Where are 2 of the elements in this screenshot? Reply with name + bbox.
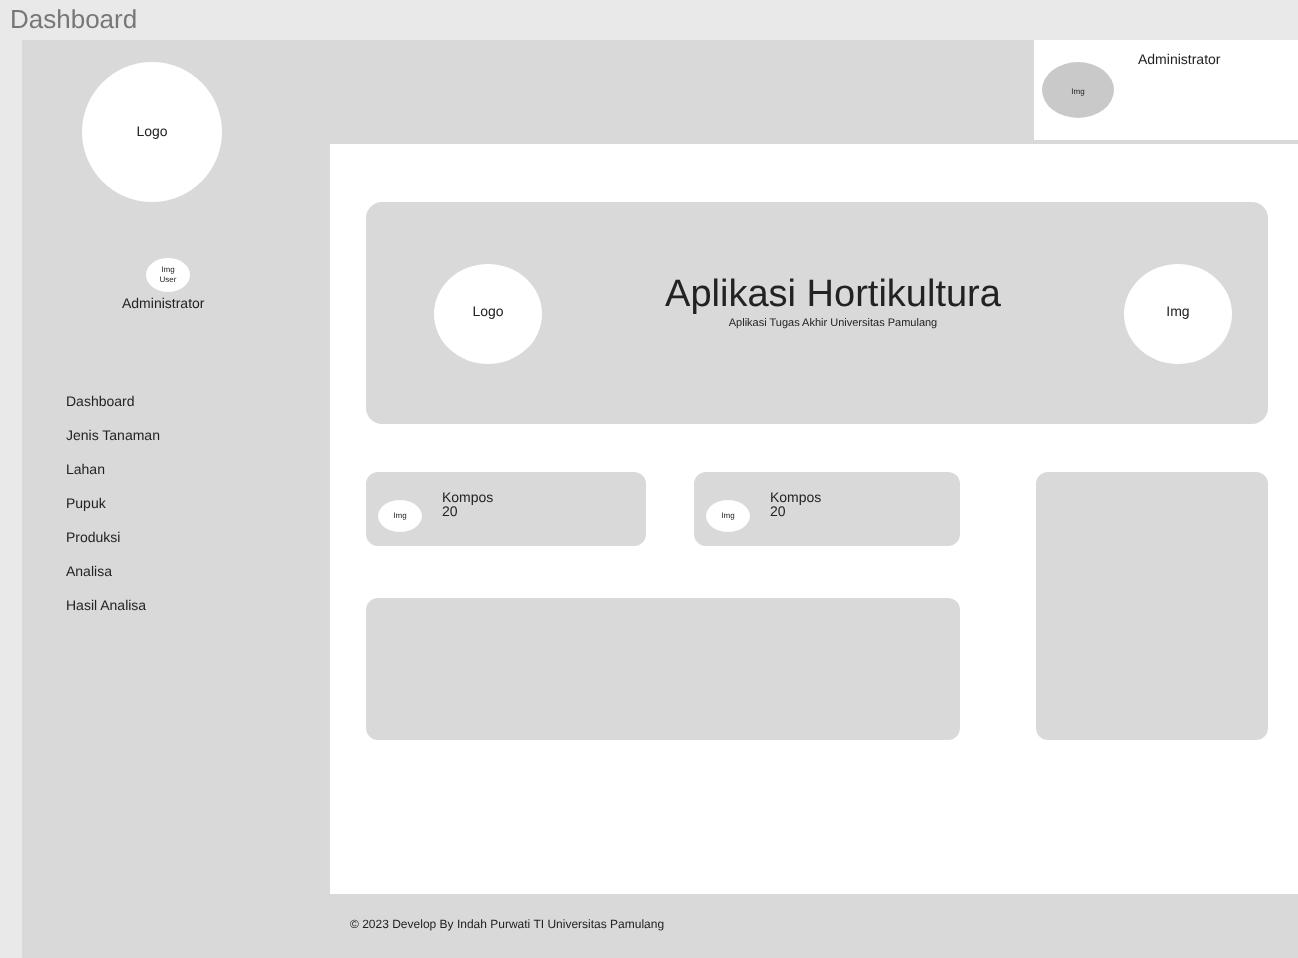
app-title: Aplikasi Hortikultura <box>665 273 1001 317</box>
page-title: Dashboard <box>8 2 140 38</box>
